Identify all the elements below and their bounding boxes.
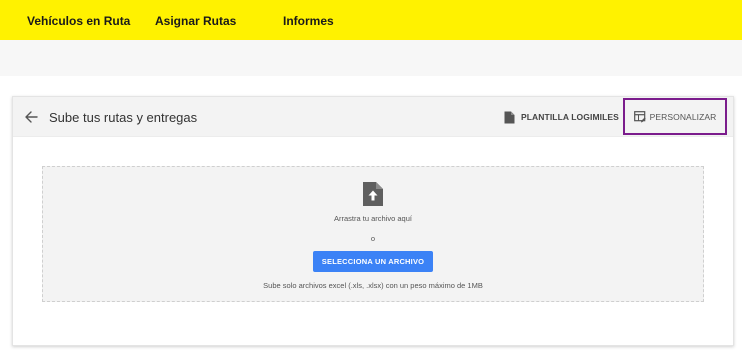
card-title: Sube tus rutas y entregas (49, 110, 198, 125)
plantilla-logimiles-button[interactable]: PLANTILLA LOGIMILES (504, 109, 619, 125)
nav-item-vehiculos-en-ruta[interactable]: Vehículos en Ruta (27, 14, 130, 28)
table-edit-icon (633, 110, 646, 122)
drag-hint-text: Arrastra tu archivo aquí (334, 214, 412, 223)
or-separator-text: o (370, 234, 376, 243)
personalizar-button[interactable]: PERSONALIZAR (623, 98, 727, 135)
nav-item-asignar-rutas[interactable]: Asignar Rutas (155, 14, 236, 28)
personalizar-label: PERSONALIZAR (649, 111, 717, 122)
plantilla-logimiles-label: PLANTILLA LOGIMILES (521, 112, 619, 122)
select-file-button[interactable]: SELECCIONA UN ARCHIVO (313, 251, 433, 272)
file-format-hint: Sube solo archivos excel (.xls, .xlsx) c… (263, 281, 483, 290)
file-dropzone[interactable]: Arrastra tu archivo aquí o SELECCIONA UN… (42, 166, 704, 302)
secondary-bar (0, 40, 742, 76)
document-icon (504, 111, 515, 123)
nav-item-informes[interactable]: Informes (283, 14, 334, 28)
card-header: Sube tus rutas y entregas PLANTILLA LOGI… (13, 97, 733, 137)
top-navigation-bar: Vehículos en Ruta Asignar Rutas Informes (0, 0, 742, 40)
file-upload-icon (363, 182, 383, 206)
upload-card: Sube tus rutas y entregas PLANTILLA LOGI… (12, 96, 734, 346)
arrow-left-icon[interactable] (24, 110, 38, 124)
